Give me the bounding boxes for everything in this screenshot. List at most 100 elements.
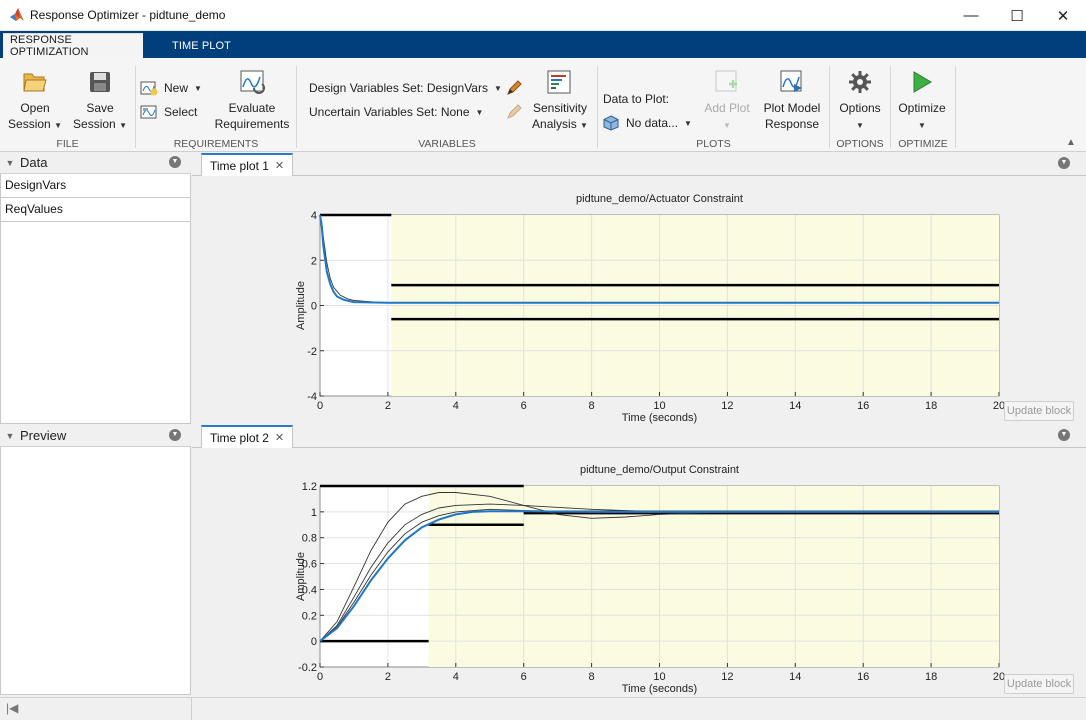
plot1-area: 0 2 4 6 8 10 12 14 16 18 20 -4 -2 0 2 4 pidtune_demo/Act… — [192, 176, 1086, 424]
chart-title: pidtune_demo/Actuator Constraint — [576, 193, 743, 205]
chevron-down-icon: ▼ — [119, 121, 127, 130]
x-tick-label: 18 — [925, 671, 937, 683]
open-session-button[interactable]: Open Session ▼ — [8, 68, 62, 134]
options-label: Options — [839, 101, 881, 115]
plot2-tab-strip: Time plot 2 ✕ ▼ — [192, 424, 1086, 448]
tab-time-plot[interactable]: TIME PLOT — [165, 33, 238, 58]
group-divider — [296, 66, 297, 148]
new-requirement-icon — [140, 81, 158, 96]
optimize-button[interactable]: Optimize ▼ — [892, 68, 952, 134]
panel-options-icon[interactable]: ▼ — [169, 156, 181, 168]
data-item-designvars[interactable]: DesignVars — [1, 174, 190, 198]
group-divider — [955, 66, 956, 148]
x-tick-label: 10 — [653, 400, 665, 412]
x-tick-label: 6 — [521, 671, 527, 683]
plot-model-response-button[interactable]: Plot Model Response — [758, 68, 826, 134]
tab-response-optimization[interactable]: RESPONSE OPTIMIZATION — [3, 33, 143, 58]
chevron-down-icon: ▼ — [723, 121, 731, 130]
y-tick-label: 4 — [311, 210, 317, 222]
title-bar: Response Optimizer - pidtune_demo — ☐ ✕ — [0, 0, 1086, 31]
chevron-down-icon: ▼ — [684, 118, 692, 128]
time-plot-2-label: Time plot 2 — [210, 430, 269, 445]
cube-icon — [603, 115, 619, 131]
plot-model-label: Plot Model — [763, 101, 821, 115]
maximize-button[interactable]: ☐ — [994, 0, 1040, 31]
window-title: Response Optimizer - pidtune_demo — [30, 8, 226, 22]
open-session-label: Open — [20, 101, 50, 115]
minimize-button[interactable]: — — [948, 0, 994, 31]
y-tick-label: 0 — [311, 636, 317, 648]
plot-model-label-2: Response — [764, 117, 820, 131]
chevron-down-icon: ▼ — [493, 83, 502, 93]
data-to-plot-dropdown[interactable]: No data... ▼ — [603, 114, 692, 132]
select-requirement-button[interactable]: Select — [140, 102, 210, 122]
optimize-label: Optimize — [898, 101, 946, 115]
y-axis-label: Amplitude — [295, 552, 307, 601]
x-tick-label: 14 — [789, 400, 801, 412]
save-session-button[interactable]: Save Session ▼ — [70, 68, 130, 134]
tab-time-plot-1[interactable]: Time plot 1 ✕ — [201, 153, 294, 176]
dock-toggle-icon[interactable]: |◀ — [6, 701, 18, 715]
data-panel-header: ▼ Data ▼ — [0, 152, 191, 174]
edit-design-variables-icon[interactable] — [505, 79, 523, 97]
select-requirement-icon — [140, 105, 157, 119]
evaluate-requirements-button[interactable]: Evaluate Requirements — [212, 68, 292, 134]
options-group-label: OPTIONS — [836, 138, 884, 150]
collapse-ribbon-icon[interactable]: ▲ — [1066, 137, 1076, 148]
chevron-down-icon: ▼ — [918, 121, 926, 130]
tab-time-plot-2[interactable]: Time plot 2 ✕ — [201, 425, 294, 448]
gear-icon — [849, 71, 871, 93]
evaluate-label: Evaluate — [228, 101, 276, 115]
close-tab-icon[interactable]: ✕ — [275, 431, 284, 444]
ribbon-tab-bar — [0, 31, 1086, 58]
status-bar: |◀ — [0, 697, 1086, 720]
collapse-triangle-icon[interactable]: ▼ — [0, 158, 20, 168]
design-variables-set-dropdown[interactable]: Design Variables Set: DesignVars ▼ — [309, 79, 502, 97]
panel-options-icon[interactable]: ▼ — [169, 429, 181, 441]
uncertain-variables-set-label: Uncertain Variables Set: None — [309, 105, 470, 119]
preview-panel-title: Preview — [20, 428, 67, 443]
actuator-constraint-chart[interactable]: 0 2 4 6 8 10 12 14 16 18 20-4-2024pidtune_demo/Act… — [192, 176, 1086, 424]
y-tick-label: 0.2 — [302, 610, 317, 622]
update-block-button[interactable]: Update block — [1004, 674, 1074, 694]
x-tick-label: 14 — [789, 671, 801, 683]
x-axis-label: Time (seconds) — [622, 683, 697, 695]
data-panel: DesignVars ReqValues — [0, 174, 191, 424]
sensitivity-label: Sensitivity — [532, 101, 588, 115]
file-group-label: FILE — [56, 138, 79, 150]
chart-title: pidtune_demo/Output Constraint — [580, 464, 739, 476]
x-tick-label: 12 — [721, 400, 733, 412]
document-options-icon[interactable]: ▼ — [1058, 157, 1070, 169]
plots-group-label: PLOTS — [696, 138, 731, 150]
group-divider — [829, 66, 830, 148]
y-tick-label: -4 — [307, 391, 317, 403]
chevron-down-icon: ▼ — [475, 107, 484, 117]
data-item-reqvalues[interactable]: ReqValues — [1, 198, 190, 222]
update-block-button[interactable]: Update block — [1004, 401, 1074, 421]
optimize-group-label: OPTIMIZE — [898, 138, 948, 150]
y-tick-label: -2 — [307, 346, 317, 358]
open-session-label-2: Session — [8, 117, 51, 131]
new-requirement-button[interactable]: New ▼ — [140, 78, 210, 98]
collapse-triangle-icon[interactable]: ▼ — [0, 431, 20, 441]
options-button[interactable]: Options ▼ — [832, 68, 888, 134]
folder-open-icon — [23, 73, 47, 92]
chevron-down-icon: ▼ — [580, 121, 588, 130]
x-tick-label: 18 — [925, 400, 937, 412]
data-panel-title: Data — [20, 155, 48, 170]
output-constraint-chart[interactable]: 0 2 4 6 8 10 12 14 16 18 20-0.200.20.40.60.811.2pi… — [192, 448, 1086, 696]
sensitivity-analysis-button[interactable]: Sensitivity Analysis ▼ — [526, 68, 594, 134]
x-tick-label: 6 — [521, 400, 527, 412]
uncertain-variables-set-dropdown[interactable]: Uncertain Variables Set: None ▼ — [309, 103, 483, 121]
close-button[interactable]: ✕ — [1040, 0, 1086, 31]
matlab-logo-icon — [10, 8, 24, 21]
plot1-tab-strip: Time plot 1 ✕ ▼ — [192, 152, 1086, 176]
x-tick-label: 16 — [857, 400, 869, 412]
chevron-down-icon: ▼ — [194, 83, 202, 93]
x-tick-label: 8 — [589, 400, 595, 412]
x-tick-label: 12 — [721, 671, 733, 683]
y-tick-label: 2 — [311, 255, 317, 267]
status-divider — [191, 698, 192, 720]
document-options-icon[interactable]: ▼ — [1058, 429, 1070, 441]
close-tab-icon[interactable]: ✕ — [275, 159, 284, 172]
